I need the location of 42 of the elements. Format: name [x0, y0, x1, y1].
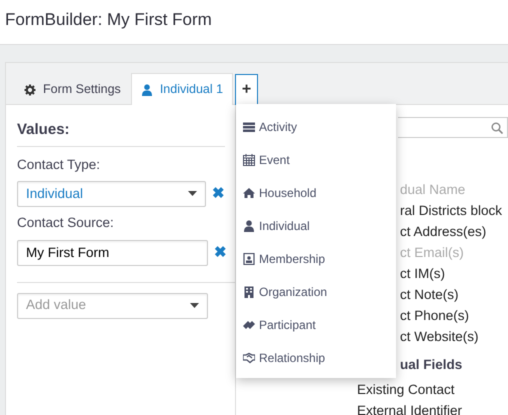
field-item[interactable]: ct Website(s): [400, 326, 508, 347]
list-icon: [243, 120, 255, 132]
field-item[interactable]: ct IM(s): [400, 263, 508, 284]
id-badge-icon: [243, 252, 255, 264]
building-icon: [243, 286, 255, 298]
field-item[interactable]: ct Note(s): [400, 284, 508, 305]
input-field[interactable]: My First Form: [17, 240, 208, 266]
search-field[interactable]: [398, 117, 508, 138]
menu-item[interactable]: Organization: [236, 275, 396, 308]
page-title: FormBuilder: My First Form: [0, 0, 508, 45]
field-item[interactable]: External Identifier: [357, 400, 508, 415]
field-item[interactable]: ct Address(es): [400, 221, 508, 242]
home-icon: [243, 186, 255, 198]
menu-item[interactable]: Participant: [236, 308, 396, 341]
person-icon: [140, 84, 153, 96]
tab[interactable]: Form Settings: [14, 73, 131, 105]
remove-button[interactable]: ✖: [206, 186, 225, 202]
person-icon: [243, 220, 255, 232]
select-field[interactable]: Individual: [17, 180, 206, 207]
add-tab-button[interactable]: +: [235, 74, 258, 105]
field-label: Contact Source:: [17, 214, 115, 232]
remove-button[interactable]: ✖: [208, 245, 227, 260]
calendar-icon: [243, 154, 255, 166]
ticket-icon: [243, 318, 255, 330]
menu-item[interactable]: Household: [236, 176, 396, 209]
gear-icon: [24, 84, 36, 96]
menu-item[interactable]: Activity: [236, 110, 396, 143]
field-item[interactable]: ral Districts block: [400, 200, 508, 221]
menu-item[interactable]: Membership: [236, 242, 396, 275]
caret-icon: [190, 303, 199, 308]
menu-item[interactable]: Event: [236, 143, 396, 176]
search-icon: [491, 122, 503, 134]
menu-item[interactable]: Relationship: [236, 341, 396, 374]
field-item[interactable]: ct Phone(s): [400, 305, 508, 326]
field-label: Contact Type:: [17, 156, 102, 174]
field-item[interactable]: Existing Contact: [357, 379, 508, 400]
tab[interactable]: Individual 1: [130, 73, 234, 105]
caret-icon: [188, 191, 197, 196]
handshake-icon: [243, 352, 255, 364]
section-heading: Values:: [17, 119, 225, 146]
menu-item[interactable]: Individual: [236, 209, 396, 242]
section-heading: ual Fields: [400, 356, 464, 374]
